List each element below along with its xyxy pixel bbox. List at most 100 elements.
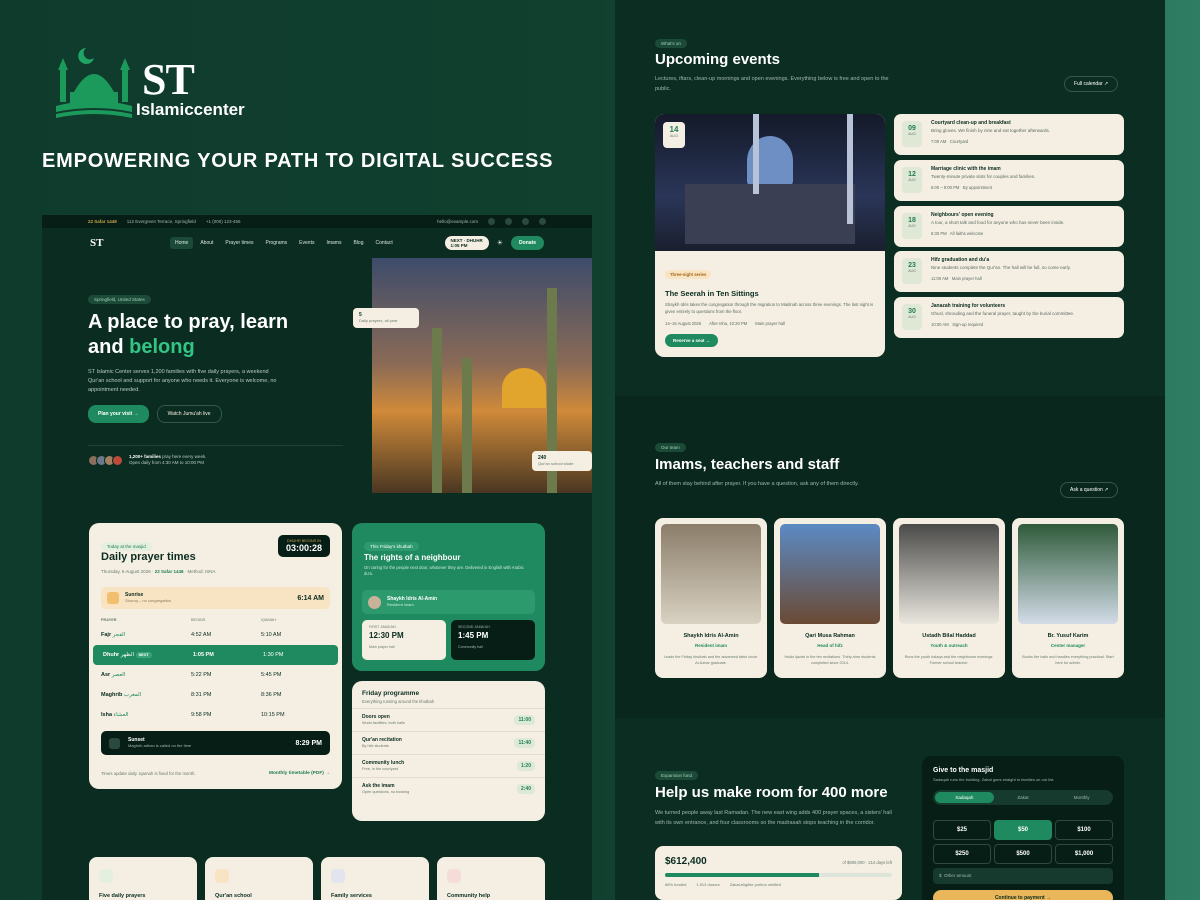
member-photo (1018, 524, 1118, 624)
brand-logo: ST Islamiccenter (52, 46, 252, 126)
prayer-row-fajr: Fajr الفجر 4:52 AM 5:10 AM (101, 632, 282, 638)
location-badge: Springfield, United States (88, 295, 151, 304)
events-desc: Lectures, iftars, clean-up mornings and … (655, 76, 889, 92)
reserve-seat-button[interactable]: Reserve a seat → (665, 334, 719, 347)
expansion-title: Help us make room for 400 more (655, 784, 888, 801)
next-prayer-pill[interactable]: NEXT · DHUHR 1:05 PM (444, 236, 489, 250)
khutbah-title: The rights of a neighbour (364, 553, 461, 562)
series-tag: Three-night series (665, 270, 712, 279)
team-member-card[interactable]: Br. Yusuf Karim Center manager Books the h… (1012, 518, 1124, 678)
hero-description: ST Islamic Center serves 1,200 families … (88, 369, 277, 393)
nav-contact[interactable]: Contact (370, 237, 397, 249)
nav-logo[interactable]: ST (90, 237, 170, 249)
phone[interactable]: +1 (000) 123-456 (206, 219, 241, 224)
prayer-times-card: Today at the masjid Daily prayer times T… (89, 523, 342, 789)
team-title: Imams, teachers and staff (655, 456, 840, 473)
avatar-stack (88, 454, 123, 466)
friday-sub: Everything running around the khutbah (362, 699, 435, 704)
theme-toggle-icon[interactable]: ☀ (497, 239, 503, 247)
amount-raised: $612,400 (665, 856, 707, 867)
tab-monthly[interactable]: Monthly (1052, 792, 1111, 803)
continue-payment-button[interactable]: Continue to payment → (933, 890, 1113, 900)
events-badge: What's on (655, 39, 687, 48)
team-member-card[interactable]: Ustadh Bilal Haddad Youth & outreach Runs … (893, 518, 1005, 678)
friday-item: Ask the imam Open questions, no booking 2:… (352, 777, 545, 800)
amount-option[interactable]: $100 (1055, 820, 1113, 840)
nav-events[interactable]: Events (294, 237, 319, 249)
member-photo (661, 524, 761, 624)
friday-programme-card: Friday programme Everything running arou… (352, 681, 545, 821)
book-icon (215, 869, 229, 883)
email[interactable]: hello@example.com (437, 219, 478, 224)
prayer-date-line: Thursday, 6 August 2026 · 22 Safar 1448 … (101, 569, 216, 574)
instagram-icon[interactable] (505, 218, 512, 225)
top-info-bar: 22 Safar 1448 112 Evergreen Terrace, Spr… (42, 215, 592, 228)
family-icon (331, 869, 345, 883)
team-section: Our team Imams, teachers and staff All o… (615, 396, 1165, 718)
team-desc: All of them stay behind after prayer. If… (655, 481, 859, 487)
expansion-section: Expansion fund Help us make room for 400… (615, 718, 1165, 900)
nav-home[interactable]: Home (170, 237, 194, 249)
member-photo (899, 524, 999, 624)
featured-title: The Seerah in Ten Sittings (665, 289, 759, 298)
amount-option[interactable]: $250 (933, 844, 991, 864)
other-amount-input[interactable]: $ Other amount (933, 868, 1113, 884)
tab-sadaqah[interactable]: Sadaqah (935, 792, 994, 803)
event-item[interactable]: 30 AUG Janazah training for volunteers Ghus… (894, 297, 1124, 338)
event-item[interactable]: 12 AUG Marriage clinic with the imam Twenty… (894, 160, 1124, 201)
prayer-title: Daily prayer times (101, 551, 196, 563)
friday-item: Community lunch Free, in the courtyard 1:2… (352, 754, 545, 777)
service-card[interactable]: Community help (437, 857, 545, 900)
full-calendar-button[interactable]: Full calendar ↗ (1064, 76, 1119, 92)
main-nav: ST Home About Prayer times Programs Even… (42, 228, 592, 258)
watch-live-button[interactable]: Watch Jumu'ah live (156, 405, 222, 423)
prayer-footer: Times update daily. Iqamah is fixed for … (101, 771, 196, 776)
donate-button[interactable]: Donate (511, 236, 544, 250)
khutbah-desc: On caring for the people next door, what… (364, 565, 524, 576)
plan-visit-button[interactable]: Plan your visit → (88, 405, 149, 423)
service-card[interactable]: Qur'an school (205, 857, 313, 900)
open-hours: Open daily from 4:30 AM to 10:00 PM (129, 460, 205, 465)
amount-option-selected[interactable]: $50 (994, 820, 1052, 840)
brand-title: ST (142, 55, 195, 104)
goal-text: of $900,000 · 214 days left (842, 860, 892, 865)
nav-imams[interactable]: Imams (321, 237, 346, 249)
khutbah-badge: This Friday's khutbah (364, 542, 419, 551)
team-member-card[interactable]: Qari Musa Rahman Head of hifz Holds ijazah… (774, 518, 886, 678)
friday-title: Friday programme (362, 690, 420, 697)
nav-about[interactable]: About (195, 237, 218, 249)
nav-programs[interactable]: Programs (260, 237, 292, 249)
prayer-table-header: PRAYER BEGINS IQAMAH (101, 618, 276, 622)
monthly-timetable-link[interactable]: Monthly timetable (PDF) → (269, 771, 330, 776)
service-card[interactable]: Five daily prayers (89, 857, 197, 900)
event-item[interactable]: 18 AUG Neighbours' open evening A tour, a s… (894, 206, 1124, 247)
team-member-card[interactable]: Shaykh Idris Al-Amin Resident imam Leads t… (655, 518, 767, 678)
amount-option[interactable]: $1,000 (1055, 844, 1113, 864)
brand-subtitle: Islamiccenter (136, 100, 245, 119)
service-card[interactable]: Family services (321, 857, 429, 900)
prayer-row-dhuhr: Dhuhr الظهر NEXT 1:05 PM 1:30 PM (93, 645, 338, 665)
next-prayer-time: 1:05 PM (450, 243, 468, 248)
inner-pages-mockup: What's on Upcoming events Lectures, ifta… (615, 0, 1165, 900)
youtube-icon[interactable] (522, 218, 529, 225)
featured-event-card[interactable]: 14 AUG Three-night series The Seerah in … (655, 114, 885, 357)
event-item[interactable]: 23 AUG Hifz graduation and du'a Nine studen… (894, 251, 1124, 292)
amount-option[interactable]: $25 (933, 820, 991, 840)
sunrise-row: Sunrise Shuruq – no congregation 6:14 AM (101, 587, 330, 609)
team-badge: Our team (655, 443, 686, 452)
khutbah-speaker[interactable]: Shaykh Idris Al-Amin Resident imam (362, 590, 535, 614)
hero-title: A place to pray, learn and belong (88, 311, 289, 358)
tab-zakat[interactable]: Zakat (994, 792, 1053, 803)
give-tabs: Sadaqah Zakat Monthly (933, 790, 1113, 805)
ask-question-button[interactable]: Ask a question ↗ (1060, 482, 1119, 498)
event-item[interactable]: 09 AUG Courtyard clean-up and breakfast Bri… (894, 114, 1124, 155)
nav-blog[interactable]: Blog (348, 237, 368, 249)
facebook-icon[interactable] (488, 218, 495, 225)
fundraising-progress-card: $612,400 of $900,000 · 214 days left 68% … (655, 846, 902, 900)
whatsapp-icon[interactable] (539, 218, 546, 225)
families-sub: pray here every week. (162, 454, 207, 459)
nav-prayer-times[interactable]: Prayer times (220, 237, 258, 249)
friday-item: Doors open Wudu facilities, both halls 11:… (352, 708, 545, 731)
students-stat: 240 Qur'an school stude (532, 451, 592, 471)
amount-option[interactable]: $500 (994, 844, 1052, 864)
